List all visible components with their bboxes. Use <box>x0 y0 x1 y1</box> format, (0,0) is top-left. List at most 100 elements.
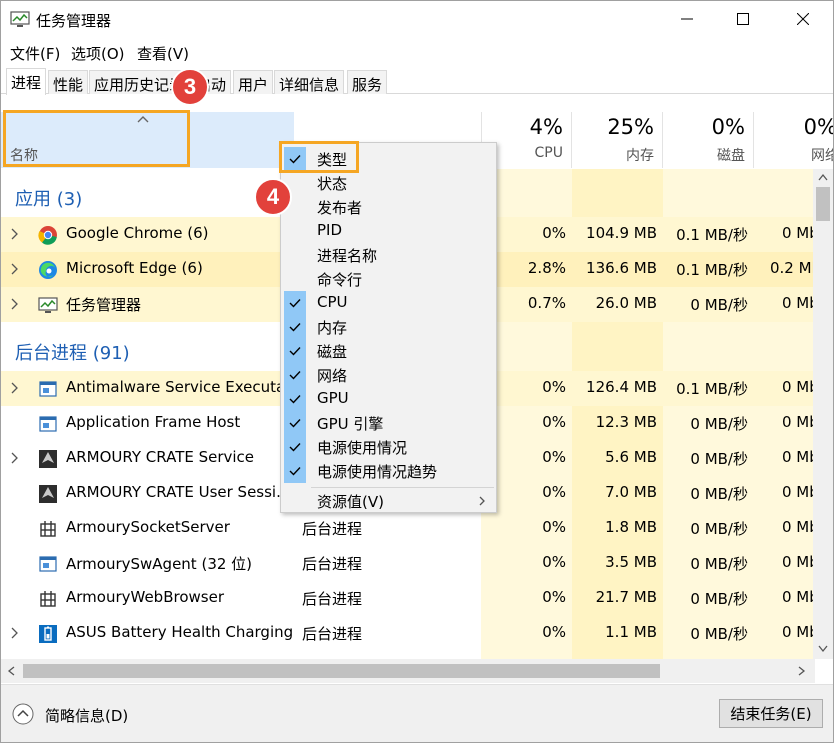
process-name: Google Chrome (6) <box>66 224 209 242</box>
chevron-right-icon[interactable] <box>11 452 19 464</box>
chevron-right-icon[interactable] <box>11 263 19 275</box>
fewer-details-link[interactable]: 简略信息(D) <box>45 705 128 726</box>
cpu-value: 0% <box>542 623 566 641</box>
table-row[interactable]: ArmouryWebBrowser 后台进程 0% 21.7 MB 0 MB/秒… <box>1 581 813 616</box>
menu-item-pid[interactable]: PID <box>281 219 496 243</box>
vertical-scrollbar[interactable] <box>813 169 833 659</box>
minimize-button[interactable] <box>664 1 710 37</box>
chevron-right-icon[interactable] <box>11 382 19 394</box>
checkmark-icon <box>284 459 306 483</box>
footer-bar: 简略信息(D) 结束任务(E) <box>1 684 833 742</box>
cpu-value: 0% <box>542 588 566 606</box>
callout-highlight-type-item <box>279 141 359 173</box>
checkmark-icon <box>284 315 306 339</box>
memory-value: 3.5 MB <box>605 553 657 571</box>
edge-icon <box>39 261 57 279</box>
task-manager-icon <box>10 11 30 27</box>
horizontal-scrollbar[interactable] <box>1 659 815 683</box>
tab-details[interactable]: 详细信息 <box>274 70 345 94</box>
tab-services[interactable]: 服务 <box>347 70 388 94</box>
scroll-left-icon[interactable] <box>7 666 15 676</box>
column-disk-header[interactable]: 0% 磁盘 <box>663 112 754 168</box>
horizontal-scroll-thumb[interactable] <box>23 664 660 678</box>
menu-item-command-line[interactable]: 命令行 <box>281 267 496 291</box>
process-name: ArmourySocketServer <box>66 518 230 536</box>
menu-item-label: 网络 <box>317 367 348 385</box>
memory-value: 1.8 MB <box>605 518 657 536</box>
menu-item-label: 电源使用情况趋势 <box>317 463 438 481</box>
disk-value: 0 MB/秒 <box>690 590 748 608</box>
disk-value: 0 MB/秒 <box>690 520 748 538</box>
menu-item-memory[interactable]: 内存 <box>281 315 496 339</box>
disk-value: 0 MB/秒 <box>690 296 748 314</box>
tab-performance[interactable]: 性能 <box>48 70 89 94</box>
chevron-right-icon[interactable] <box>11 228 19 240</box>
step-badge-4: 4 <box>254 178 292 216</box>
service-gear-icon <box>40 591 56 607</box>
memory-value: 1.1 MB <box>605 623 657 641</box>
vertical-scroll-thumb[interactable] <box>816 187 830 221</box>
memory-value: 136.6 MB <box>586 259 657 277</box>
scroll-up-icon[interactable] <box>818 173 828 181</box>
scroll-down-icon[interactable] <box>818 645 828 653</box>
service-window-icon <box>39 416 57 432</box>
menu-item-power-usage-trend[interactable]: 电源使用情况趋势 <box>281 459 496 483</box>
menu-item-label: 内存 <box>317 319 348 337</box>
service-window-icon <box>39 556 57 572</box>
title-bar: 任务管理器 <box>1 1 833 39</box>
menu-item-label: GPU <box>317 389 349 407</box>
menu-item-cpu[interactable]: CPU <box>281 291 496 315</box>
menu-separator <box>311 487 494 488</box>
menu-file[interactable]: 文件(F) <box>10 43 60 64</box>
network-value: 0 Mb <box>782 378 813 396</box>
chevron-right-icon[interactable] <box>11 627 19 639</box>
menu-item-power-usage[interactable]: 电源使用情况 <box>281 435 496 459</box>
cpu-value: 0% <box>542 518 566 536</box>
disk-value: 0 MB/秒 <box>690 415 748 433</box>
table-row[interactable]: ArmourySocketServer 后台进程 0% 1.8 MB 0 MB/… <box>1 511 813 546</box>
menu-item-disk[interactable]: 磁盘 <box>281 339 496 363</box>
process-name: Antimalware Service Executa... <box>66 378 300 396</box>
network-value: 0 Mb <box>782 483 813 501</box>
armoury-crate-icon <box>39 450 57 468</box>
column-network-header[interactable]: 0% 网络 <box>754 112 833 168</box>
menu-item-publisher[interactable]: 发布者 <box>281 195 496 219</box>
close-button[interactable] <box>780 1 826 37</box>
menu-bar: 文件(F) 选项(O) 查看(V) <box>1 40 833 64</box>
disk-total: 0% <box>711 115 745 139</box>
menu-item-resource-values[interactable]: 资源值(V) <box>281 489 496 513</box>
column-memory-header[interactable]: 25% 内存 <box>572 112 663 168</box>
memory-value: 126.4 MB <box>586 378 657 396</box>
armoury-crate-icon <box>39 485 57 503</box>
maximize-button[interactable] <box>720 1 766 37</box>
menu-options[interactable]: 选项(O) <box>71 43 125 64</box>
menu-item-gpu[interactable]: GPU <box>281 387 496 411</box>
process-name: ASUS Battery Health Charging <box>66 623 294 641</box>
network-value: 0 Mb <box>782 518 813 536</box>
maximize-icon <box>737 13 749 25</box>
menu-item-process-name[interactable]: 进程名称 <box>281 243 496 267</box>
menu-item-gpu-engine[interactable]: GPU 引擎 <box>281 411 496 435</box>
network-value: 0 Mb <box>782 413 813 431</box>
memory-value: 12.3 MB <box>595 413 657 431</box>
menu-item-label: 发布者 <box>317 199 363 217</box>
tab-users[interactable]: 用户 <box>233 70 274 94</box>
scroll-right-icon[interactable] <box>798 666 806 676</box>
table-row[interactable]: ASUS Battery Health Charging 后台进程 0% 1.1… <box>1 616 813 651</box>
tab-processes[interactable]: 进程 <box>6 68 47 95</box>
memory-total: 25% <box>607 115 654 139</box>
table-row[interactable]: ArmourySwAgent (32 位) 后台进程 0% 3.5 MB 0 M… <box>1 546 813 581</box>
process-name: Microsoft Edge (6) <box>66 259 203 277</box>
menu-view[interactable]: 查看(V) <box>137 43 189 64</box>
chevron-right-icon[interactable] <box>11 298 19 310</box>
menu-item-label: 电源使用情况 <box>317 439 408 457</box>
memory-value: 21.7 MB <box>595 588 657 606</box>
end-task-button[interactable]: 结束任务(E) <box>719 699 823 728</box>
menu-item-status[interactable]: 状态 <box>281 171 496 195</box>
network-value: 0 Mb <box>782 623 813 641</box>
network-value: 0.2 Mb <box>770 259 813 277</box>
menu-item-network[interactable]: 网络 <box>281 363 496 387</box>
disk-value: 0 MB/秒 <box>690 450 748 468</box>
network-value: 0 Mb <box>782 294 813 312</box>
collapse-circle-icon[interactable] <box>12 703 34 725</box>
